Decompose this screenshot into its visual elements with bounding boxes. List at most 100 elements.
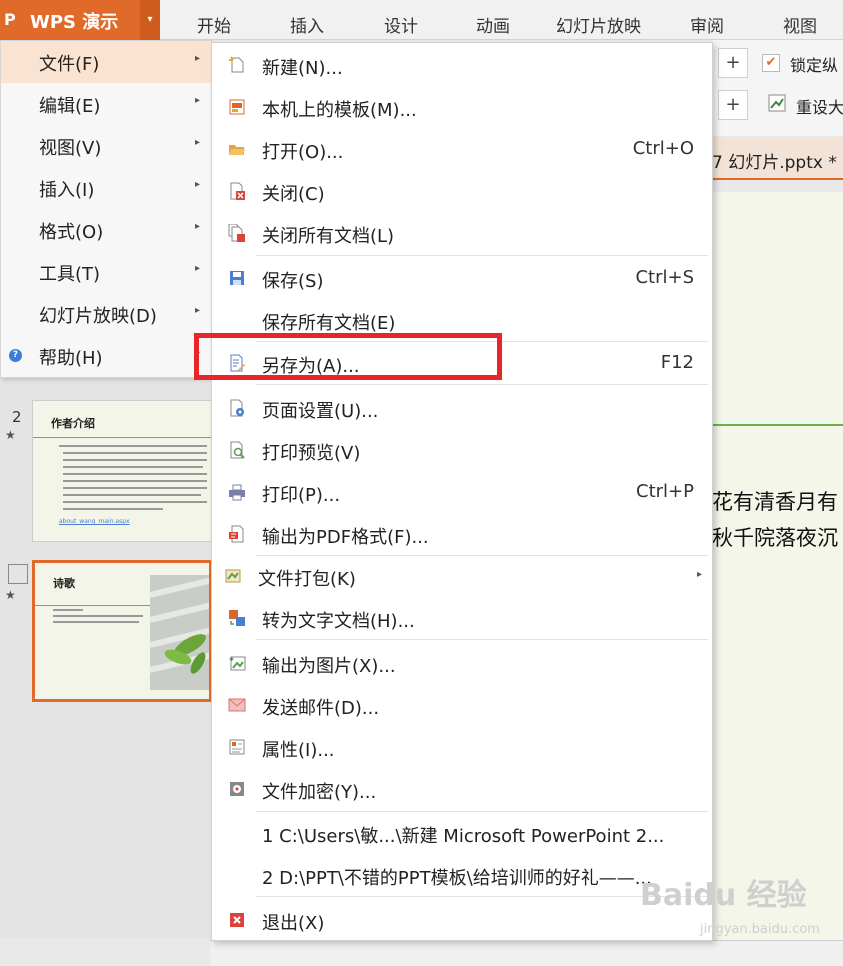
menu-item-label: 页面设置(U)... [262,401,379,422]
menu-item-export-image[interactable]: 输出为图片(X)... [212,643,712,683]
submenu-arrow-icon: ▸ [195,179,201,190]
menu-item-exit[interactable]: 退出(X) [212,900,712,940]
printer-icon [229,484,245,501]
slide-thumbnails-pane: 2 ★ 作者介绍 about_wang_main.aspx ★ 诗歌 [0,378,212,938]
menu-item-label: 转为文字文档(H)... [262,611,415,632]
print-preview-icon [230,441,245,459]
page-setup-icon [230,399,244,417]
menu-item-export-pdf[interactable]: 输出为PDF格式(F)... [212,514,712,554]
menu-item-print[interactable]: 打印(P)... Ctrl+P [212,472,712,512]
menu-item-label: 插入(I) [39,180,95,201]
convert-doc-icon [229,610,245,626]
menu-item-view[interactable]: 视图(V) ▸ [1,125,211,167]
menu-item-label: 保存所有文档(E) [262,313,396,334]
increase-width-button[interactable]: + [718,48,748,78]
menu-item-recent-1[interactable]: 1 C:\Users\敏...\新建 Microsoft PowerPoint … [212,813,712,853]
shortcut-label: Ctrl+S [635,267,694,288]
slide-thumbnail-3[interactable]: 诗歌 [32,560,212,702]
notes-pane[interactable] [210,940,843,966]
wps-app-menu-button[interactable]: P WPS 演示 ▾ [0,0,160,40]
highlight-box [194,333,502,380]
ribbon: P WPS 演示 ▾ 开始 插入 设计 动画 幻灯片放映 审阅 视图 [0,0,843,40]
tab-design[interactable]: 设计 [384,12,418,37]
menu-item-label: 打开(O)... [262,142,344,163]
tab-insert[interactable]: 插入 [290,12,324,37]
menu-item-label: 本机上的模板(M)... [262,100,417,121]
menu-item-open[interactable]: 打开(O)... Ctrl+O [212,129,712,169]
menu-item-print-preview[interactable]: 打印预览(V) [212,430,712,470]
slide-poem-line-1: 花有清香月有 [712,490,838,514]
menu-item-edit[interactable]: 编辑(E) ▸ [1,83,211,125]
menu-separator [256,639,708,640]
menu-item-label: 退出(X) [262,913,325,934]
slide-thumbnail-2[interactable]: 作者介绍 about_wang_main.aspx [32,400,212,542]
reset-size-label[interactable]: 重设大 [796,94,843,118]
document-tab[interactable]: 7 幻灯片.pptx * [712,138,843,180]
menu-item-help[interactable]: ? 帮助(H) ▸ [1,335,211,377]
animation-star-icon: ★ [5,428,16,442]
submenu-arrow-icon: ▸ [195,263,201,274]
menu-item-label: 编辑(E) [39,96,101,117]
menu-item-label: 工具(T) [39,264,101,285]
menu-item-send-mail[interactable]: 发送邮件(D)... [212,685,712,725]
app-menu-dropdown-icon[interactable]: ▾ [140,0,160,40]
tab-review[interactable]: 审阅 [690,12,724,37]
submenu-arrow-icon: ▸ [696,569,702,580]
menu-separator [256,255,708,256]
mail-icon [228,698,246,712]
menu-item-label: 2 D:\PPT\不错的PPT模板\给培训师的好礼——... [262,868,652,889]
menu-item-encrypt[interactable]: 文件加密(Y)... [212,769,712,809]
thumbnail-link: about_wang_main.aspx [59,518,130,525]
tab-home[interactable]: 开始 [197,12,231,37]
tab-animation[interactable]: 动画 [476,12,510,37]
menu-item-label: 保存(S) [262,271,324,292]
shortcut-label: Ctrl+O [632,138,694,159]
package-icon [225,569,241,583]
menu-item-label: 幻灯片放映(D) [39,306,157,327]
menu-item-local-templates[interactable]: 本机上的模板(M)... [212,87,712,127]
menu-item-insert[interactable]: 插入(I) ▸ [1,167,211,209]
menu-item-close[interactable]: 关闭(C) [212,171,712,211]
menu-item-save[interactable]: 保存(S) Ctrl+S [212,258,712,298]
menu-item-convert-to-doc[interactable]: 转为文字文档(H)... [212,598,712,638]
menu-item-label: 属性(I)... [262,740,335,761]
thumbnail-body-text [53,609,143,623]
close-all-icon [228,224,245,242]
save-icon [230,271,244,285]
encrypt-icon [230,782,244,796]
menu-item-label: 文件加密(Y)... [262,782,377,803]
menu-item-file[interactable]: 文件(F) ▸ [1,41,211,83]
menu-item-label: 发送邮件(D)... [262,698,380,719]
slide-poem-line-2: 秋千院落夜沉 [712,526,838,550]
new-file-icon [229,56,244,73]
tab-slideshow[interactable]: 幻灯片放映 [556,12,641,37]
menu-separator [256,384,708,385]
menu-item-slideshow[interactable]: 幻灯片放映(D) ▸ [1,293,211,335]
slide-number: 2 [12,408,22,426]
tab-view[interactable]: 视图 [783,12,817,37]
menu-item-label: 新建(N)... [262,58,343,79]
reset-size-icon[interactable] [768,94,786,112]
slide-canvas[interactable]: 花有清香月有 秋千院落夜沉 [712,192,843,942]
menu-item-properties[interactable]: 属性(I)... [212,727,712,767]
menu-item-tools[interactable]: 工具(T) ▸ [1,251,211,293]
menu-item-recent-2[interactable]: 2 D:\PPT\不错的PPT模板\给培训师的好礼——... [212,855,712,895]
menu-item-format[interactable]: 格式(O) ▸ [1,209,211,251]
menu-item-close-all[interactable]: 关闭所有文档(L) [212,213,712,253]
submenu-arrow-icon: ▸ [195,305,201,316]
menu-item-new[interactable]: 新建(N)... [212,45,712,85]
exit-icon [230,913,244,927]
app-title: WPS 演示 [30,12,119,33]
lock-ratio-checkbox[interactable]: ✔ [762,54,780,72]
menu-item-label: 关闭(C) [262,184,325,205]
menu-separator [256,811,708,812]
shortcut-label: F12 [660,352,694,373]
menu-item-label: 1 C:\Users\敏...\新建 Microsoft PowerPoint … [262,826,665,847]
thumbnail-body-text [59,445,207,510]
submenu-arrow-icon: ▸ [195,95,201,106]
thumbnail-plant-image [150,575,209,690]
increase-height-button[interactable]: + [718,90,748,120]
menu-item-page-setup[interactable]: 页面设置(U)... [212,388,712,428]
thumbnail-divider [33,437,211,438]
menu-item-package[interactable]: 文件打包(K) ▸ [212,556,712,596]
